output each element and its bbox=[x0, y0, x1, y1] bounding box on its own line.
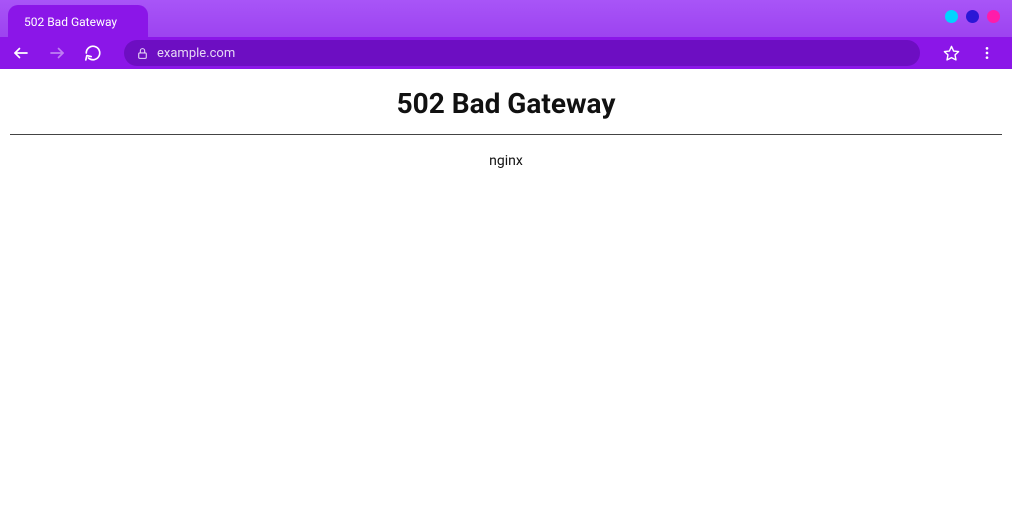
back-button[interactable] bbox=[10, 42, 32, 64]
reload-icon bbox=[84, 44, 102, 62]
bookmark-button[interactable] bbox=[940, 42, 962, 64]
arrow-left-icon bbox=[12, 44, 30, 62]
error-heading: 502 Bad Gateway bbox=[10, 87, 1002, 120]
window-minimize-dot[interactable] bbox=[945, 10, 958, 23]
kebab-menu-icon bbox=[979, 45, 995, 61]
window-controls bbox=[945, 10, 1000, 23]
tab-title: 502 Bad Gateway bbox=[24, 15, 117, 29]
address-url: example.com bbox=[157, 46, 235, 61]
toolbar-right-actions bbox=[940, 42, 1002, 64]
window-maximize-dot[interactable] bbox=[966, 10, 979, 23]
window-close-dot[interactable] bbox=[987, 10, 1000, 23]
toolbar: example.com bbox=[0, 37, 1012, 69]
browser-chrome: 502 Bad Gateway example.com bbox=[0, 0, 1012, 69]
reload-button[interactable] bbox=[82, 42, 104, 64]
arrow-right-icon bbox=[48, 44, 66, 62]
divider bbox=[10, 134, 1002, 135]
tab-bar: 502 Bad Gateway bbox=[0, 0, 1012, 37]
server-name: nginx bbox=[10, 153, 1002, 169]
page-content: 502 Bad Gateway nginx bbox=[0, 69, 1012, 169]
menu-button[interactable] bbox=[976, 42, 998, 64]
lock-icon bbox=[136, 47, 149, 60]
star-icon bbox=[943, 45, 960, 62]
address-bar[interactable]: example.com bbox=[124, 40, 920, 66]
forward-button[interactable] bbox=[46, 42, 68, 64]
browser-tab[interactable]: 502 Bad Gateway bbox=[8, 5, 148, 37]
